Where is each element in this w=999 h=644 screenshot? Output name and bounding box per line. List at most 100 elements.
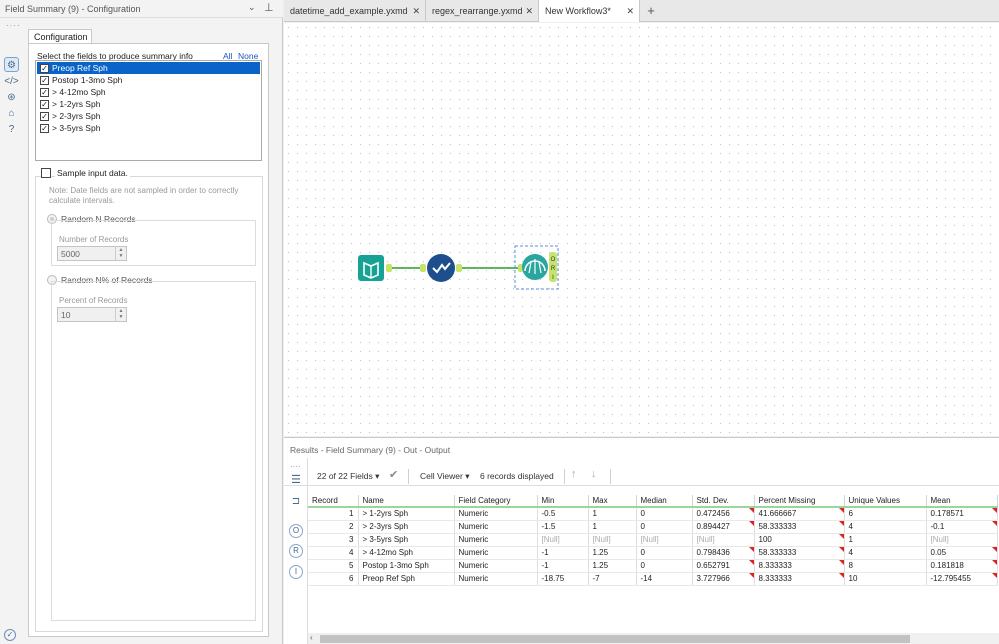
column-header[interactable]: Std. Dev.: [692, 495, 755, 508]
table-cell[interactable]: 1: [844, 533, 927, 547]
table-cell[interactable]: 0: [636, 546, 693, 560]
table-cell[interactable]: 58.333333: [754, 546, 845, 560]
table-cell[interactable]: 6: [844, 507, 927, 521]
column-header[interactable]: Unique Values: [844, 495, 927, 508]
table-cell[interactable]: 0.178571: [926, 507, 998, 521]
column-header[interactable]: Mean: [926, 495, 998, 508]
table-cell[interactable]: Numeric: [454, 559, 538, 573]
table-cell[interactable]: [Null]: [692, 533, 755, 547]
table-cell[interactable]: [Null]: [926, 533, 998, 547]
close-icon[interactable]: ✕: [412, 0, 420, 22]
table-cell[interactable]: 1: [588, 520, 637, 534]
report-icon[interactable]: R: [289, 544, 303, 558]
close-icon[interactable]: ✕: [626, 0, 634, 22]
tab-datetime-add-example[interactable]: datetime_add_example.yxmd ✕: [284, 0, 426, 22]
field-item[interactable]: ✓ > 2-3yrs Sph: [37, 110, 260, 122]
table-cell[interactable]: -1.5: [537, 520, 589, 534]
table-cell[interactable]: 1.25: [588, 559, 637, 573]
table-cell[interactable]: -0.5: [537, 507, 589, 521]
table-cell[interactable]: 0.05: [926, 546, 998, 560]
pin-icon[interactable]: ⊥: [264, 1, 274, 14]
table-cell[interactable]: 2: [308, 520, 359, 534]
table-cell[interactable]: 1: [588, 507, 637, 521]
table-cell[interactable]: Numeric: [454, 507, 538, 521]
table-cell[interactable]: Numeric: [454, 572, 538, 586]
fields-count-dropdown[interactable]: 22 of 22 Fields ▾: [317, 471, 379, 482]
column-header[interactable]: Record: [308, 495, 359, 508]
input-data-tool[interactable]: [358, 255, 392, 281]
interactive-icon[interactable]: I: [289, 565, 303, 579]
checkbox[interactable]: ✓: [40, 100, 49, 109]
table-cell[interactable]: 3.727966: [692, 572, 755, 586]
table-row[interactable]: 4 > 4-12mo Sph Numeric -1 1.25 0 0.798436 58.33…: [308, 546, 998, 560]
checkmark-icon[interactable]: ✔: [389, 468, 398, 481]
column-header[interactable]: Field Category: [454, 495, 538, 508]
table-cell[interactable]: 58.333333: [754, 520, 845, 534]
table-cell[interactable]: -0.1: [926, 520, 998, 534]
table-cell[interactable]: 0: [636, 520, 693, 534]
field-item[interactable]: ✓ > 4-12mo Sph: [37, 86, 260, 98]
arrow-up-icon[interactable]: ↑: [571, 468, 577, 480]
percent-of-records-input[interactable]: 10 ▲ ▼: [57, 307, 127, 322]
checkbox[interactable]: ✓: [40, 112, 49, 121]
table-cell[interactable]: 6: [308, 572, 359, 586]
table-cell[interactable]: 8: [844, 559, 927, 573]
checkbox[interactable]: ✓: [40, 64, 49, 73]
close-icon[interactable]: ✕: [525, 0, 533, 22]
field-item[interactable]: ✓ Preop Ref Sph: [37, 62, 260, 74]
field-item[interactable]: ✓ > 1-2yrs Sph: [37, 98, 260, 110]
table-cell[interactable]: -7: [588, 572, 637, 586]
table-cell[interactable]: -12.795455: [926, 572, 998, 586]
gear-icon[interactable]: ⚙: [4, 57, 19, 72]
scrollbar-thumb[interactable]: [320, 635, 910, 643]
table-cell[interactable]: > 1-2yrs Sph: [358, 507, 455, 521]
table-cell[interactable]: 0.472456: [692, 507, 755, 521]
table-cell[interactable]: Postop 1-3mo Sph: [358, 559, 455, 573]
tab-new-workflow3[interactable]: New Workflow3* ✕: [539, 0, 640, 22]
code-icon[interactable]: </>: [4, 74, 19, 89]
checkbox[interactable]: ✓: [40, 88, 49, 97]
table-cell[interactable]: 8.333333: [754, 572, 845, 586]
column-header[interactable]: Max: [588, 495, 637, 508]
table-row[interactable]: 5 Postop 1-3mo Sph Numeric -1 1.25 0 0.652791 8…: [308, 559, 998, 573]
column-header[interactable]: Min: [537, 495, 589, 508]
sample-input-checkbox[interactable]: [41, 168, 51, 178]
table-cell[interactable]: 3: [308, 533, 359, 547]
cell-viewer-dropdown[interactable]: Cell Viewer ▾: [420, 471, 469, 482]
table-cell[interactable]: -1: [537, 559, 589, 573]
number-of-records-input[interactable]: 5000 ▲ ▼: [57, 246, 127, 261]
table-cell[interactable]: 4: [844, 520, 927, 534]
table-cell[interactable]: Numeric: [454, 546, 538, 560]
spinner-arrows-icon[interactable]: ▲ ▼: [115, 247, 126, 260]
table-cell[interactable]: 0.798436: [692, 546, 755, 560]
column-header[interactable]: Median: [636, 495, 693, 508]
table-cell[interactable]: [Null]: [636, 533, 693, 547]
table-row[interactable]: 1 > 1-2yrs Sph Numeric -0.5 1 0 0.472456 41.666…: [308, 507, 998, 521]
field-summary-tool[interactable]: O R I: [514, 245, 559, 290]
tag-icon[interactable]: ⌂: [4, 106, 19, 121]
table-cell[interactable]: 100: [754, 533, 845, 547]
table-cell[interactable]: 0.894427: [692, 520, 755, 534]
table-cell[interactable]: 5: [308, 559, 359, 573]
tab-configuration[interactable]: Configuration: [28, 29, 92, 44]
table-cell[interactable]: [Null]: [537, 533, 589, 547]
column-header[interactable]: Percent Missing: [754, 495, 845, 508]
checkbox[interactable]: ✓: [40, 76, 49, 85]
table-cell[interactable]: Preop Ref Sph: [358, 572, 455, 586]
table-cell[interactable]: 0.181818: [926, 559, 998, 573]
chevron-down-icon[interactable]: ⌄: [248, 2, 256, 13]
select-tool[interactable]: [420, 254, 462, 282]
table-cell[interactable]: > 4-12mo Sph: [358, 546, 455, 560]
scroll-left-icon[interactable]: ‹: [310, 633, 313, 642]
table-row[interactable]: 2 > 2-3yrs Sph Numeric -1.5 1 0 0.894427 58.333…: [308, 520, 998, 534]
workflow-canvas[interactable]: O R I: [284, 23, 999, 436]
table-cell[interactable]: > 2-3yrs Sph: [358, 520, 455, 534]
table-cell[interactable]: [Null]: [588, 533, 637, 547]
output-icon[interactable]: O: [289, 524, 303, 538]
table-cell[interactable]: 41.666667: [754, 507, 845, 521]
table-cell[interactable]: 10: [844, 572, 927, 586]
arrow-down-icon[interactable]: ↓: [591, 468, 597, 480]
checkbox[interactable]: ✓: [40, 124, 49, 133]
add-tab-icon[interactable]: +: [641, 3, 661, 19]
spinner-arrows-icon[interactable]: ▲ ▼: [115, 308, 126, 321]
